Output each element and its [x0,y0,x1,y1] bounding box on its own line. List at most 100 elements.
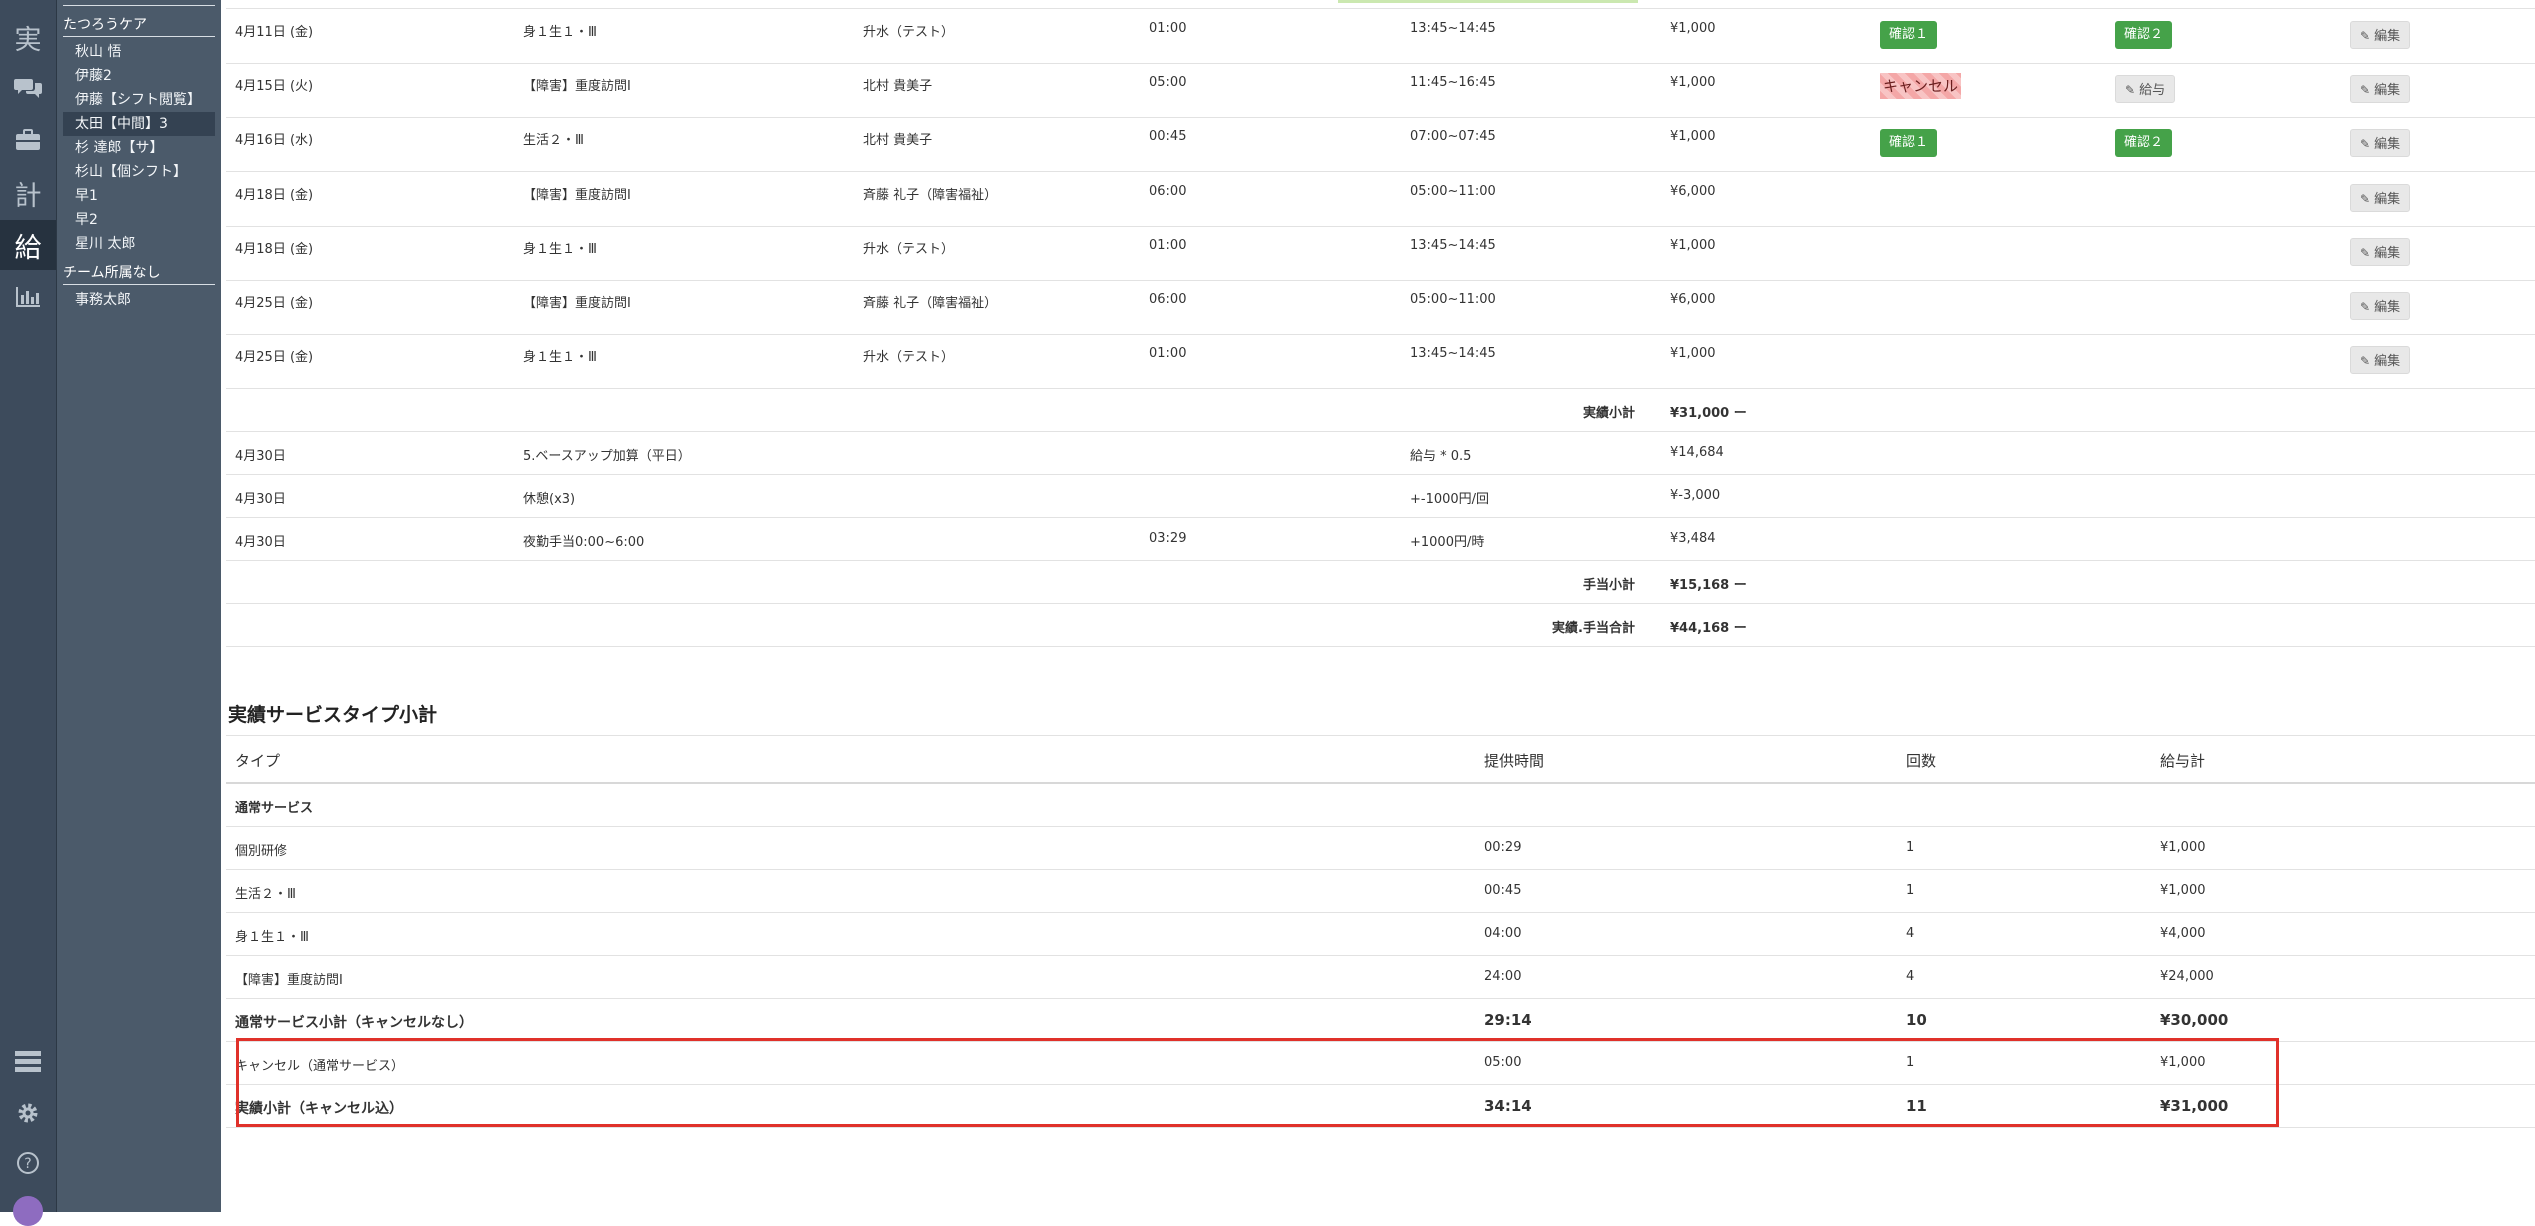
record-staff: 北村 貴美子 [863,79,933,94]
row-divider [226,171,2535,172]
sidebar-member[interactable]: 早1 [63,184,215,208]
row-divider [226,869,2535,870]
record-amount: ¥1,000 [1670,129,1716,144]
confirm2-button[interactable]: 確認２ [2115,21,2173,49]
record-duration: 01:00 [1149,346,1187,361]
rail-kei-icon[interactable]: 計 [0,168,56,218]
edit-button[interactable]: ✎ 編集 [2350,129,2411,157]
confirm2-button[interactable]: 確認２ [2115,129,2173,157]
rail-jisseki-icon[interactable]: 実 [0,12,56,62]
record-time: 13:45~14:45 [1410,346,1496,361]
allowance-amount: ¥14,684 [1670,445,1724,460]
scroll-indicator [1338,0,1638,3]
edit-label: 編集 [2374,192,2401,207]
record-duration: 01:00 [1149,21,1187,36]
summary-pay: ¥4,000 [2160,926,2206,941]
sidebar-member[interactable]: 杉 達郎【サ】 [63,136,215,160]
edit-button[interactable]: ✎ 編集 [2350,184,2411,212]
summary-type: 通常サービス小計（キャンセルなし） [235,1015,473,1031]
edit-button[interactable]: ✎ 編集 [2350,21,2411,49]
icon-rail: 実 計 給 ? [0,0,56,1226]
avatar[interactable] [13,1196,43,1226]
pencil-icon: ✎ [2360,246,2371,260]
summary-count: 4 [1906,926,1915,941]
record-service: 生活２・Ⅲ [523,133,584,148]
total-value: ¥44,168 ー [1670,621,1747,636]
pencil-icon: ✎ [2360,137,2371,151]
staff-sidebar: たつろうケア 秋山 悟 伊藤2 伊藤【シフト閲覧】 太田【中間】3 杉 達郎【サ… [56,0,221,1212]
record-amount: ¥6,000 [1670,184,1716,199]
record-duration: 00:45 [1149,129,1187,144]
row-divider [226,782,2535,784]
allowance-rate: 給与 * 0.5 [1410,449,1472,464]
edit-label: 編集 [2374,137,2401,152]
record-service: 身１生１・Ⅲ [523,350,597,365]
pencil-icon: ✎ [2360,29,2371,43]
allowance-rate: +-1000円/回 [1410,492,1490,507]
record-date: 4月18日 (金) [235,188,314,203]
help-icon[interactable]: ? [0,1138,56,1188]
row-divider [226,474,2535,475]
row-divider [226,226,2535,227]
summary-group-label: 通常サービス [235,801,314,816]
kyuyo-button[interactable]: ✎ 給与 [2115,75,2176,103]
sidebar-member[interactable]: 杉山【個シフト】 [63,160,215,184]
rail-kyu-glyph: 給 [14,232,42,264]
record-time: 11:45~16:45 [1410,75,1496,90]
rail-kei-glyph: 計 [14,180,42,212]
edit-label: 編集 [2374,300,2401,315]
record-service: 【障害】重度訪問Ⅰ [523,188,631,203]
sidebar-member[interactable]: 秋山 悟 [63,40,215,64]
allowance-name: 夜勤手当0:00~6:00 [523,535,645,550]
edit-label: 編集 [2374,83,2401,98]
confirm1-button[interactable]: 確認１ [1880,129,1938,157]
allowance-rate: +1000円/時 [1410,535,1485,550]
subtotal-jisseki-label: 実績小計 [1582,406,1635,421]
gear-icon[interactable] [0,1088,56,1138]
rail-jisseki-glyph: 実 [14,24,42,56]
allowance-duration: 03:29 [1149,531,1187,546]
record-service: 【障害】重度訪問Ⅰ [523,296,631,311]
pencil-icon: ✎ [2125,83,2136,97]
edit-button[interactable]: ✎ 編集 [2350,346,2411,374]
briefcase-icon[interactable] [0,115,56,165]
row-divider [226,8,2535,9]
row-divider [226,603,2535,604]
summary-count: 1 [1906,883,1915,898]
record-time: 13:45~14:45 [1410,238,1496,253]
row-divider [226,388,2535,389]
record-staff: 升水（テスト） [863,242,955,257]
allowance-amount: ¥-3,000 [1670,488,1721,503]
sidebar-member[interactable]: 事務太郎 [63,288,215,312]
edit-button[interactable]: ✎ 編集 [2350,238,2411,266]
sidebar-member[interactable]: 星川 太郎 [63,232,215,256]
rail-kyu-icon[interactable]: 給 [0,220,56,270]
summary-pay: ¥1,000 [2160,883,2206,898]
record-amount: ¥6,000 [1670,292,1716,307]
record-date: 4月18日 (金) [235,242,314,257]
record-service: 【障害】重度訪問Ⅰ [523,79,631,94]
sidebar-member-active[interactable]: 太田【中間】3 [63,112,215,136]
summary-header-count: 回数 [1906,752,1937,770]
record-amount: ¥1,000 [1670,75,1716,90]
sidebar-member[interactable]: 伊藤【シフト閲覧】 [63,88,215,112]
record-time: 13:45~14:45 [1410,21,1496,36]
edit-button[interactable]: ✎ 編集 [2350,292,2411,320]
pencil-icon: ✎ [2360,192,2371,206]
bar-chart-icon[interactable] [0,272,56,322]
record-duration: 05:00 [1149,75,1187,90]
kyuyo-label: 給与 [2139,83,2166,98]
row-divider [226,334,2535,335]
edit-label: 編集 [2374,246,2401,261]
chat-icon[interactable] [0,63,56,113]
record-time: 05:00~11:00 [1410,292,1496,307]
confirm1-button[interactable]: 確認１ [1880,21,1938,49]
sidebar-member[interactable]: 早2 [63,208,215,232]
record-staff: 升水（テスト） [863,25,955,40]
sidebar-member[interactable]: 伊藤2 [63,64,215,88]
row-divider [226,912,2535,913]
list-icon[interactable] [0,1036,56,1086]
record-amount: ¥1,000 [1670,346,1716,361]
edit-button[interactable]: ✎ 編集 [2350,75,2411,103]
summary-header-type: タイプ [235,752,281,770]
